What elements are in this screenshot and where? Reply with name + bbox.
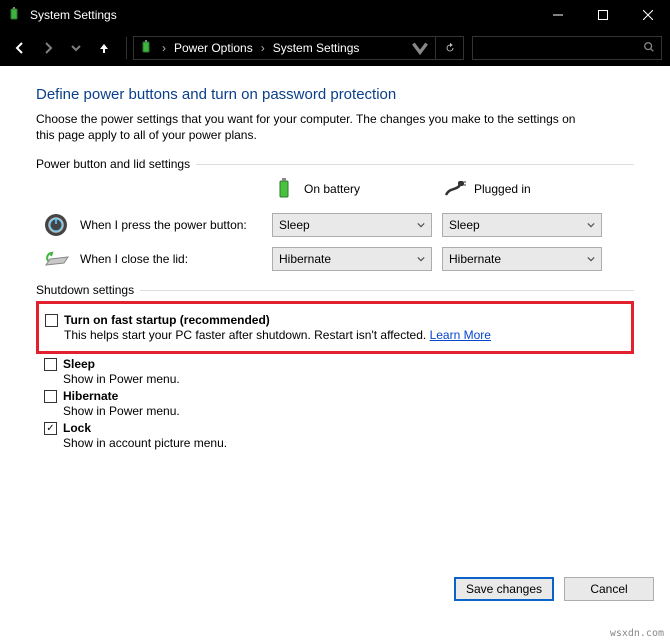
- row-power-button: When I press the power button: Sleep Sle…: [36, 211, 634, 239]
- breadcrumb-power-options[interactable]: Power Options: [168, 41, 259, 55]
- checkbox-fast-startup: Turn on fast startup (recommended) This …: [45, 313, 625, 342]
- select-lid-battery[interactable]: Hibernate: [272, 247, 432, 271]
- content-area: Define power buttons and turn on passwor…: [0, 66, 670, 607]
- highlighted-fast-startup: Turn on fast startup (recommended) This …: [36, 301, 634, 354]
- chevron-right-icon[interactable]: ›: [160, 41, 168, 55]
- checkbox-input[interactable]: [44, 422, 57, 435]
- address-dropdown-button[interactable]: [409, 37, 431, 59]
- up-button[interactable]: [92, 36, 116, 60]
- row-label: When I close the lid:: [80, 252, 188, 266]
- select-power-button-plugged[interactable]: Sleep: [442, 213, 602, 237]
- refresh-button[interactable]: [436, 36, 464, 60]
- select-power-button-battery[interactable]: Sleep: [272, 213, 432, 237]
- select-lid-plugged[interactable]: Hibernate: [442, 247, 602, 271]
- close-button[interactable]: [625, 0, 670, 30]
- row-label: When I press the power button:: [80, 218, 247, 232]
- footer-buttons: Save changes Cancel: [454, 577, 654, 601]
- battery-icon: [272, 177, 296, 201]
- section-shutdown: Shutdown settings: [36, 283, 634, 297]
- checkbox-sleep: Sleep Show in Power menu.: [44, 357, 634, 386]
- watermark: wsxdn.com: [610, 628, 664, 639]
- cancel-button[interactable]: Cancel: [564, 577, 654, 601]
- page-intro: Choose the power settings that you want …: [36, 111, 596, 143]
- column-headers: On battery Plugged in: [36, 177, 634, 201]
- breadcrumb-system-settings[interactable]: System Settings: [267, 41, 366, 55]
- row-close-lid: When I close the lid: Hibernate Hibernat…: [36, 245, 634, 273]
- back-button[interactable]: [8, 36, 32, 60]
- save-changes-button[interactable]: Save changes: [454, 577, 554, 601]
- power-button-icon: [42, 211, 70, 239]
- search-input[interactable]: [472, 36, 662, 60]
- column-on-battery: On battery: [272, 177, 442, 201]
- section-power-buttons: Power button and lid settings: [36, 157, 634, 171]
- column-plugged-in: Plugged in: [442, 177, 612, 201]
- address-bar[interactable]: › Power Options › System Settings: [133, 36, 436, 60]
- recent-locations-button[interactable]: [64, 36, 88, 60]
- search-icon: [643, 41, 655, 56]
- forward-button[interactable]: [36, 36, 60, 60]
- checkbox-lock: Lock Show in account picture menu.: [44, 421, 634, 450]
- plug-icon: [442, 177, 466, 201]
- chevron-right-icon[interactable]: ›: [259, 41, 267, 55]
- divider: [126, 37, 127, 59]
- power-options-icon: [6, 7, 22, 23]
- power-options-icon: [138, 40, 154, 56]
- learn-more-link[interactable]: Learn More: [430, 328, 491, 342]
- minimize-button[interactable]: [535, 0, 580, 30]
- window-title: System Settings: [30, 8, 535, 22]
- maximize-button[interactable]: [580, 0, 625, 30]
- title-bar: System Settings: [0, 0, 670, 30]
- checkbox-input[interactable]: [44, 390, 57, 403]
- laptop-lid-icon: [42, 245, 70, 273]
- checkbox-hibernate: Hibernate Show in Power menu.: [44, 389, 634, 418]
- checkbox-input[interactable]: [45, 314, 58, 327]
- checkbox-input[interactable]: [44, 358, 57, 371]
- page-heading: Define power buttons and turn on passwor…: [36, 86, 634, 103]
- navigation-bar: › Power Options › System Settings: [0, 30, 670, 66]
